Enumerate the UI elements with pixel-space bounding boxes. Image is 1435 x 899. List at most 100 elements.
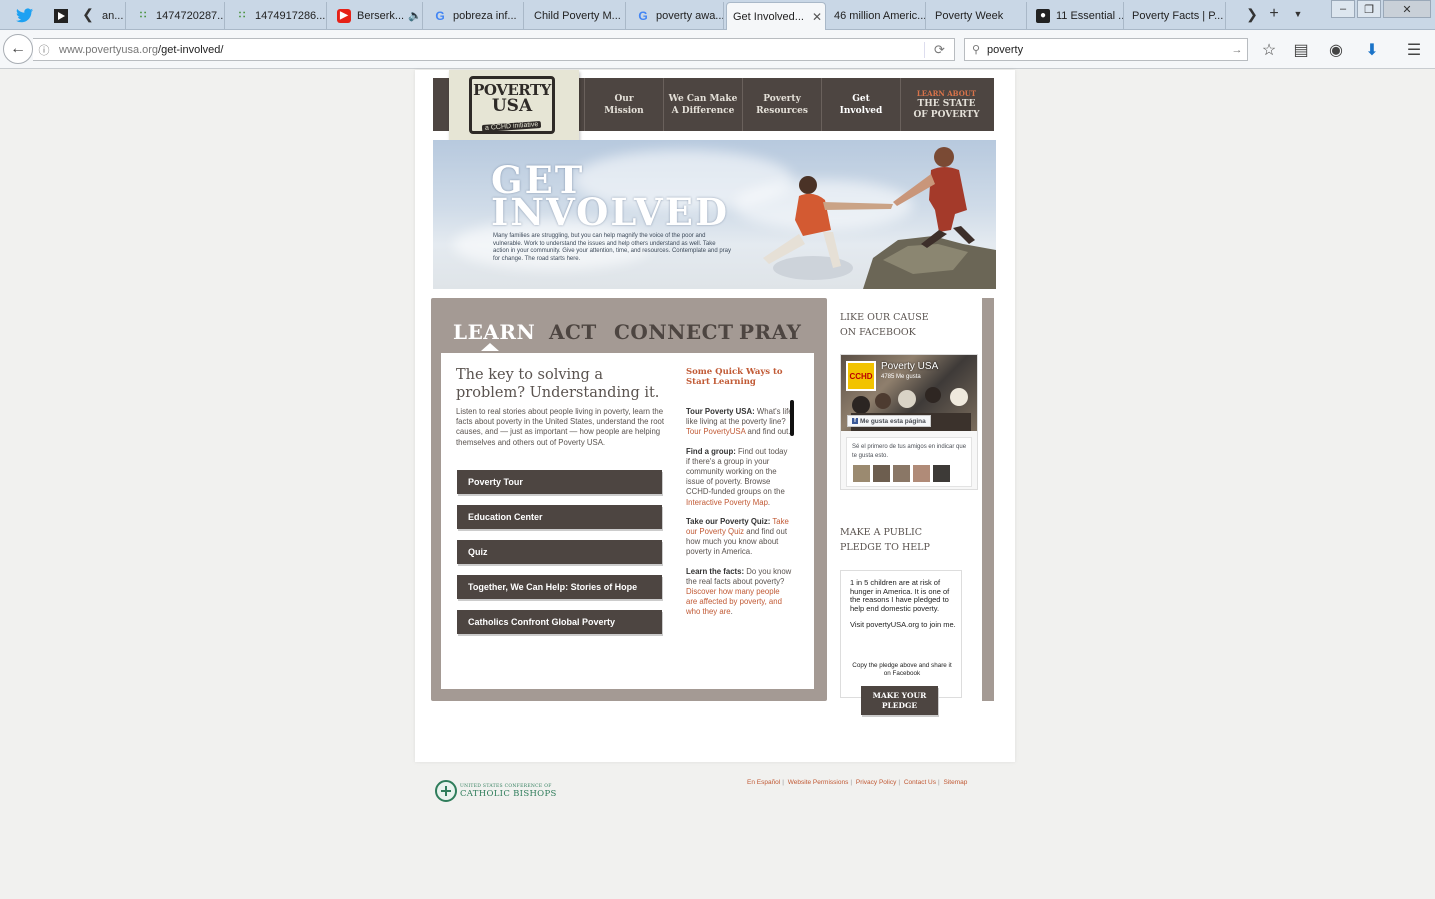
tabs-scroll-right-icon[interactable]: ❯ — [1244, 4, 1260, 24]
facebook-like-label: Me gusta esta página — [860, 417, 926, 425]
camera-icon: ● — [1036, 8, 1050, 23]
facebook-friends-text: Sé el primero de tus amigos en indicar q… — [852, 444, 967, 459]
facebook-cover-image[interactable]: CCHD Poverty USA 4785 Me gusta f Me gusta… — [841, 355, 977, 431]
facebook-page-thumbnail[interactable]: CCHD — [846, 361, 876, 391]
friend-avatar[interactable] — [853, 465, 870, 482]
footer-link-contact[interactable]: Contact Us — [904, 779, 936, 786]
nav-label: OF POVERTY — [913, 109, 980, 120]
url-text: www.povertyusa.org/get-involved/ — [55, 44, 924, 56]
poverty-facts-link[interactable]: Discover how many people are affected by… — [686, 587, 782, 616]
pledge-text: 1 in 5 children are at risk of hunger in… — [850, 578, 956, 630]
tab-1[interactable]: ∷ 1474720287... — [130, 2, 225, 29]
facebook-page-name[interactable]: Poverty USA — [881, 361, 938, 372]
reading-list-icon[interactable]: ▤ — [1289, 38, 1313, 62]
speaker-icon[interactable]: 🔈 — [408, 9, 422, 22]
nav-we-can-make-a-difference[interactable]: We Can Make A Difference — [663, 78, 742, 131]
hero-title: GET INVOLVED — [491, 162, 729, 231]
search-input[interactable]: ⚲ poverty → — [964, 38, 1248, 61]
friend-avatar[interactable] — [873, 465, 890, 482]
search-value: poverty — [987, 43, 1024, 56]
pocket-icon[interactable]: ◉ — [1324, 38, 1348, 62]
tabs-scroll-left-icon[interactable]: ❮ — [80, 4, 96, 24]
tab-2[interactable]: ∷ 1474917286... — [229, 2, 327, 29]
pledge-heading-line1: MAKE A PUBLIC — [840, 527, 923, 538]
footer-link-privacy[interactable]: Privacy Policy — [856, 779, 896, 786]
quick-item-label: Take our Poverty Quiz: — [686, 516, 771, 526]
nav-label: Our — [614, 93, 634, 104]
tab-4[interactable]: Gpobreza inf... — [427, 2, 524, 29]
twitter-icon[interactable] — [8, 2, 42, 29]
learn-heading: The key to solving a problem? Understand… — [456, 367, 660, 401]
nav-get-involved[interactable]: Get Involved — [821, 78, 900, 131]
menu-hamburger-icon[interactable]: ☰ — [1402, 38, 1426, 62]
close-tab-icon[interactable]: ✕ — [812, 10, 822, 24]
poverty-tour-button[interactable]: Poverty Tour — [457, 470, 662, 494]
tab-0[interactable]: an... — [96, 2, 126, 29]
close-window-icon[interactable]: ✕ — [1383, 0, 1431, 18]
google-icon: G — [435, 8, 445, 23]
hero-photo-climbers — [763, 147, 996, 289]
tab-pray[interactable]: PRAY — [739, 320, 801, 344]
tab-6[interactable]: Gpoverty awa... — [630, 2, 724, 29]
hero-description: Many families are struggling, but you ca… — [493, 233, 732, 262]
tab-label: Poverty Facts | P... — [1132, 9, 1224, 22]
quick-ways-scrollbar[interactable] — [790, 400, 794, 436]
pledge-textbox[interactable]: 1 in 5 children are at risk of hunger in… — [840, 570, 962, 698]
friend-avatar[interactable] — [933, 465, 950, 482]
tab-act[interactable]: ACT — [549, 320, 597, 344]
quick-item-label: Tour Poverty USA: — [686, 407, 755, 416]
footer-link-espanol[interactable]: En Español — [747, 779, 780, 786]
tab-7-active[interactable]: Get Involved... ✕ — [726, 2, 826, 30]
facebook-heading-line1: LIKE OUR CAUSE — [840, 312, 929, 323]
new-tab-icon[interactable]: + — [1266, 4, 1282, 24]
tab-connect[interactable]: CONNECT — [614, 320, 733, 344]
search-go-arrow-icon[interactable]: → — [1227, 44, 1247, 56]
tab-10[interactable]: ● 11 Essential ... — [1030, 2, 1124, 29]
pledge-heading: MAKE A PUBLIC PLEDGE TO HELP — [840, 525, 930, 555]
tab-11[interactable]: Poverty Facts | P... — [1126, 2, 1226, 29]
friend-avatar[interactable] — [893, 465, 910, 482]
active-tab-caret — [481, 343, 499, 351]
tab-5[interactable]: Child Poverty M... — [528, 2, 626, 29]
global-poverty-button[interactable]: Catholics Confront Global Poverty — [457, 610, 662, 634]
quick-item: Tour Poverty USA: What's life like livin… — [686, 407, 793, 438]
address-bar[interactable]: ⓘ www.povertyusa.org/get-involved/ ⟳ — [33, 38, 955, 61]
google-icon: G — [638, 8, 648, 23]
tab-label: 1474720287... — [156, 9, 225, 22]
stories-of-hope-button[interactable]: Together, We Can Help: Stories of Hope — [457, 575, 662, 599]
footer-link-permissions[interactable]: Website Permissions — [788, 779, 849, 786]
media-icon[interactable] — [44, 2, 78, 29]
page-container: POVERTY USA a CCHD initiative Our Mission… — [415, 70, 1015, 762]
nav-our-mission[interactable]: Our Mission — [584, 78, 663, 131]
tab-9[interactable]: Poverty Week — [929, 2, 1027, 29]
friend-avatar[interactable] — [913, 465, 930, 482]
tab-3[interactable]: ▶ Berserk... 🔈 — [331, 2, 423, 29]
nav-state-of-poverty[interactable]: LEARN ABOUT THE STATE OF POVERTY — [900, 78, 992, 131]
bookmark-star-icon[interactable]: ☆ — [1257, 38, 1281, 62]
quick-item-text: . — [767, 497, 771, 507]
quiz-button[interactable]: Quiz — [457, 540, 662, 564]
quick-item-label: Learn the facts: — [686, 566, 745, 576]
maximize-icon[interactable]: ❐ — [1357, 0, 1381, 18]
footer-link-sitemap[interactable]: Sitemap — [944, 779, 968, 786]
info-icon[interactable]: ⓘ — [33, 42, 55, 58]
back-arrow-icon[interactable]: ← — [3, 34, 33, 64]
tab-8[interactable]: 46 million Americ... — [828, 2, 926, 29]
tour-povertyusa-link[interactable]: Tour PovertyUSA — [686, 427, 745, 436]
facebook-like-button[interactable]: f Me gusta esta página — [847, 415, 931, 427]
quick-ways-list: Some Quick Ways to Start Learning Tour P… — [686, 367, 793, 667]
url-host: www.povertyusa.org — [59, 43, 159, 56]
education-center-button[interactable]: Education Center — [457, 505, 662, 529]
tab-list-icon[interactable]: ▼ — [1290, 4, 1306, 24]
usccb-logo[interactable]: UNITED STATES CONFERENCE OF CATHOLIC BIS… — [435, 780, 557, 802]
minimize-icon[interactable]: – — [1331, 0, 1355, 18]
reload-icon[interactable]: ⟳ — [924, 41, 954, 58]
get-involved-panel: LEARN ACT CONNECT PRAY The key to solvin… — [431, 298, 827, 701]
nav-poverty-resources[interactable]: Poverty Resources — [742, 78, 821, 131]
quick-item: Learn the facts: Do you know the real fa… — [686, 567, 793, 618]
tab-learn[interactable]: LEARN — [453, 320, 535, 344]
make-your-pledge-button[interactable]: MAKE YOUR PLEDGE — [861, 686, 938, 715]
logo-line2: USA — [491, 96, 533, 116]
interactive-poverty-map-link[interactable]: Interactive Poverty Map — [686, 498, 768, 507]
download-arrow-icon[interactable]: ⬇ — [1360, 38, 1384, 62]
